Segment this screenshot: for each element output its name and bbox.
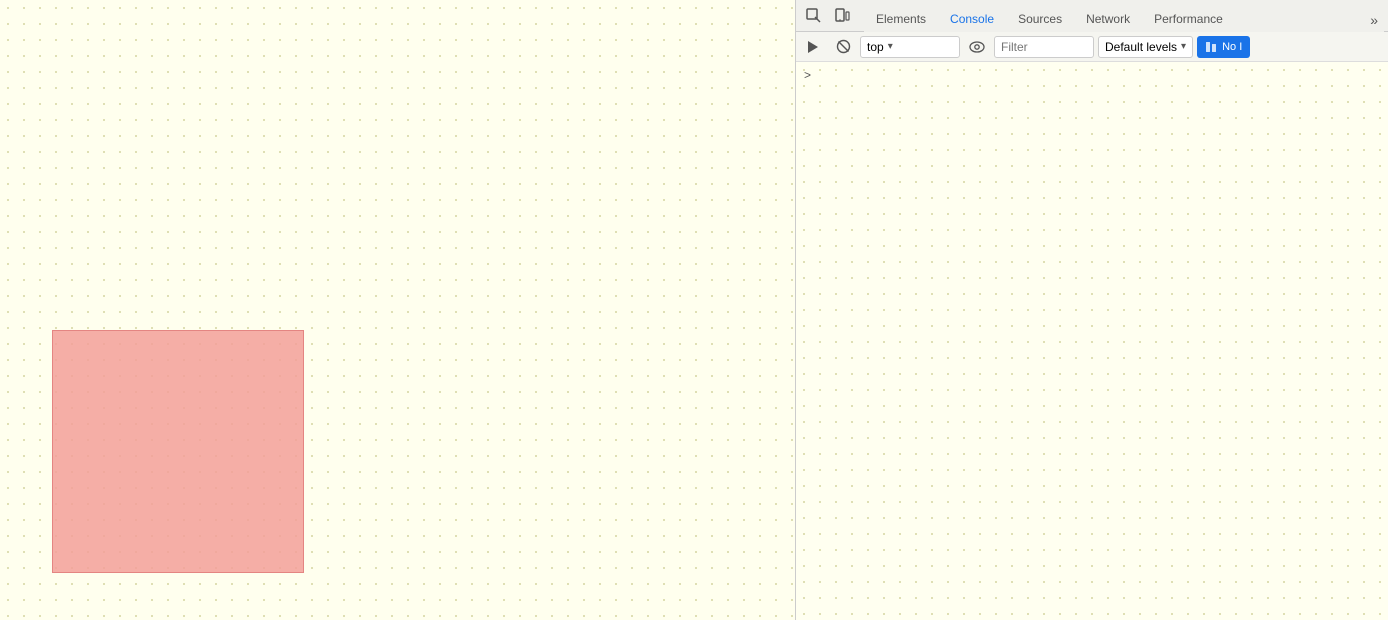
inspect-element-button[interactable] xyxy=(800,2,828,30)
console-chevron-icon: > xyxy=(804,68,811,82)
page-viewport xyxy=(0,0,795,620)
devtools-panel: Elements Console Sources Network Perform… xyxy=(795,0,1388,620)
more-tabs-button[interactable]: » xyxy=(1364,8,1384,32)
devtools-tabs: Elements Console Sources Network Perform… xyxy=(864,0,1384,32)
console-prompt-line: > xyxy=(804,66,1380,84)
clear-console-button[interactable] xyxy=(830,34,856,60)
console-output-area[interactable]: > xyxy=(796,62,1388,620)
issues-count-badge[interactable]: No I xyxy=(1197,36,1250,58)
device-toolbar-button[interactable] xyxy=(828,2,856,30)
pink-rectangle xyxy=(52,330,304,573)
no-issues-label: No I xyxy=(1222,41,1242,53)
devtools-top-toolbar: Elements Console Sources Network Perform… xyxy=(796,0,1388,32)
run-script-button[interactable] xyxy=(800,34,826,60)
tab-elements[interactable]: Elements xyxy=(864,6,938,34)
levels-dropdown-icon: ▾ xyxy=(1181,41,1186,52)
levels-label: Default levels xyxy=(1105,40,1177,54)
tab-performance[interactable]: Performance xyxy=(1142,6,1235,34)
filter-input[interactable] xyxy=(994,36,1094,58)
context-selector[interactable]: top ▾ xyxy=(860,36,960,58)
live-expressions-button[interactable] xyxy=(964,34,990,60)
tab-console[interactable]: Console xyxy=(938,6,1006,34)
tab-sources[interactable]: Sources xyxy=(1006,6,1074,34)
tab-network[interactable]: Network xyxy=(1074,6,1142,34)
console-toolbar: top ▾ Default levels ▾ No I xyxy=(796,32,1388,62)
context-dropdown-icon: ▾ xyxy=(888,41,893,52)
context-value: top xyxy=(867,40,884,54)
log-levels-selector[interactable]: Default levels ▾ xyxy=(1098,36,1193,58)
